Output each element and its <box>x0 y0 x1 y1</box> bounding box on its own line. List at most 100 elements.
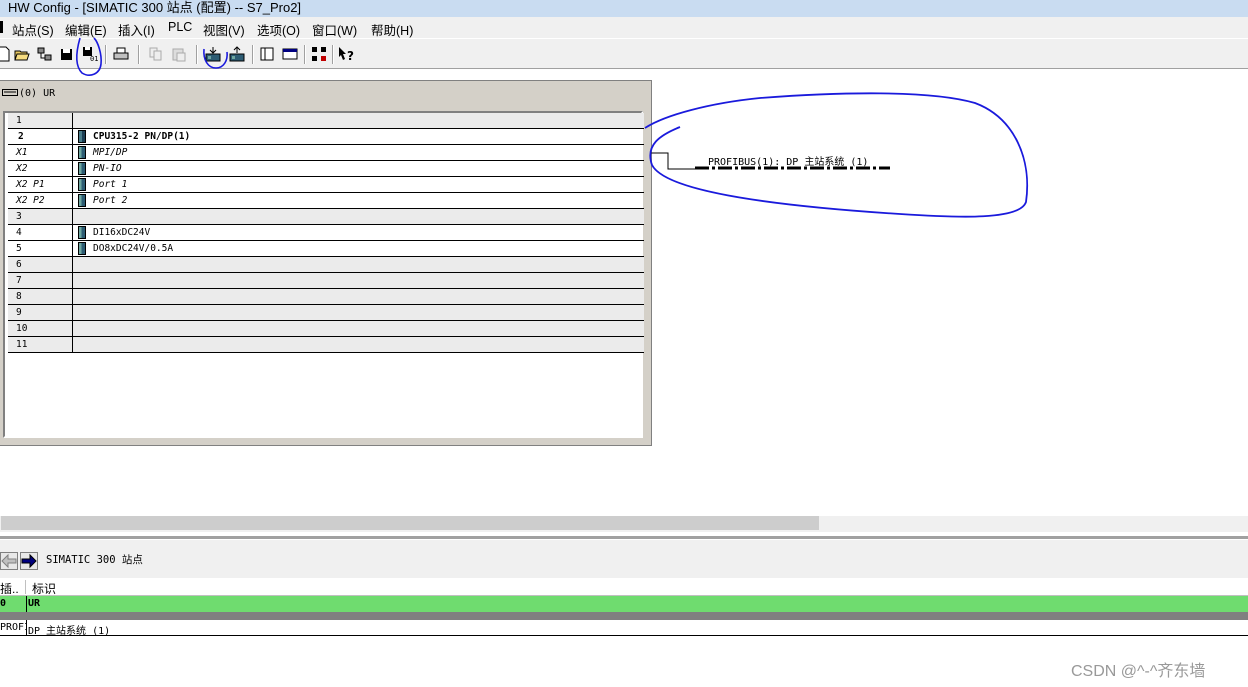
detail-header: SIMATIC 300 站点 <box>0 540 1248 578</box>
rack-slot: 2 <box>18 131 24 142</box>
table-row[interactable]: 0 UR <box>0 596 1248 612</box>
arrow-left-icon <box>1 553 17 569</box>
network-icon[interactable] <box>311 46 327 62</box>
svg-text:01: 01 <box>90 55 98 62</box>
save-compile-icon[interactable]: 01 <box>82 46 98 62</box>
rack-slot: 1 <box>16 115 22 126</box>
accessible-nodes-icon[interactable] <box>37 46 53 62</box>
svg-text:?: ? <box>347 49 354 62</box>
rack-row[interactable]: 4 DI16xDC24V <box>8 225 644 241</box>
divider <box>72 177 73 193</box>
divider <box>72 337 73 353</box>
rack-module[interactable]: MPI/DP <box>93 147 127 158</box>
rack-row[interactable]: 1 <box>8 113 644 129</box>
rack-module[interactable]: DI16xDC24V <box>93 227 150 238</box>
open-icon[interactable] <box>14 46 30 62</box>
menu-station[interactable]: 站点(S) <box>12 20 54 39</box>
menu-options[interactable]: 选项(O) <box>257 20 300 39</box>
di-module-icon <box>78 226 86 239</box>
help-icon[interactable]: ? <box>338 46 354 62</box>
rack-row[interactable]: X2 PN-IO <box>8 161 644 177</box>
rack-row[interactable]: 10 <box>8 321 644 337</box>
table-row[interactable] <box>0 612 1248 620</box>
port-module-icon <box>78 194 86 207</box>
rack-slot: X2 <box>16 163 28 174</box>
watermark: CSDN @^-^齐东墙 <box>1071 663 1206 680</box>
forward-button[interactable] <box>20 552 38 570</box>
divider <box>72 321 73 337</box>
toolbar-separator <box>304 45 306 64</box>
divider <box>72 241 73 257</box>
rack-title: (0) UR <box>2 88 55 99</box>
menu-view[interactable]: 视图(V) <box>203 20 245 39</box>
rack-slot: X2 P2 <box>16 195 45 206</box>
rack-row[interactable]: X2 P2 Port 2 <box>8 193 644 209</box>
rack-row[interactable]: 2 CPU315-2 PN/DP(1) <box>8 129 644 145</box>
rack-table[interactable]: 1 2 CPU315-2 PN/DP(1) X1 MPI/DP X2 PN-IO X2… <box>3 111 644 438</box>
save-icon[interactable] <box>59 46 75 62</box>
horizontal-scrollbar[interactable] <box>0 516 1248 532</box>
profibus-master-system-label[interactable]: PROFIBUS(1): DP 主站系统 (1) <box>708 153 868 168</box>
upload-icon[interactable] <box>229 46 245 62</box>
rack-row[interactable]: 3 <box>8 209 644 225</box>
new-icon[interactable] <box>0 46 12 62</box>
rack-module[interactable]: Port 2 <box>93 195 127 206</box>
arrow-right-icon <box>21 553 37 569</box>
rack-row[interactable]: 5 DO8xDC24V/0.5A <box>8 241 644 257</box>
column-header-slot[interactable]: 插.. <box>0 580 26 594</box>
rack-row[interactable]: X2 P1 Port 1 <box>8 177 644 193</box>
divider <box>72 209 73 225</box>
divider <box>72 225 73 241</box>
detail-table-header: 插.. 标识 <box>0 578 1248 596</box>
divider <box>26 620 27 636</box>
table-row[interactable]: PROFI DP 主站系统 (1) <box>0 620 1248 637</box>
rack-row[interactable]: 9 <box>8 305 644 321</box>
rack-row[interactable]: 8 <box>8 289 644 305</box>
window-icon[interactable] <box>282 46 298 62</box>
rack-window: (0) UR 1 2 CPU315-2 PN/DP(1) X1 MPI/DP X2 P… <box>0 80 652 446</box>
back-button[interactable] <box>0 552 18 570</box>
rack-slot: 6 <box>16 259 22 270</box>
rack-slot: 3 <box>16 211 22 222</box>
interface-module-icon <box>78 162 86 175</box>
divider <box>72 145 73 161</box>
cpu-module-icon <box>78 130 86 143</box>
window-title: HW Config - [SIMATIC 300 站点 (配置) -- S7_P… <box>0 0 1248 17</box>
rack-row[interactable]: 7 <box>8 273 644 289</box>
rack-slot: 9 <box>16 307 22 318</box>
menu-plc[interactable]: PLC <box>168 20 192 34</box>
menu-help[interactable]: 帮助(H) <box>371 20 413 39</box>
column-header-id[interactable]: 标识 <box>32 580 56 597</box>
catalog-icon[interactable] <box>259 46 275 62</box>
rack-slot: 8 <box>16 291 22 302</box>
menu-window[interactable]: 窗口(W) <box>312 20 357 39</box>
menu-edit[interactable]: 编辑(E) <box>65 20 107 39</box>
paste-icon[interactable] <box>171 46 187 62</box>
toolbar-separator <box>138 45 140 64</box>
toolbar-separator <box>252 45 254 64</box>
pane-splitter[interactable] <box>0 536 1248 539</box>
menu-insert[interactable]: 插入(I) <box>118 20 155 39</box>
toolbar-separator <box>196 45 198 64</box>
rack-module[interactable]: CPU315-2 PN/DP(1) <box>93 131 190 142</box>
copy-icon[interactable] <box>148 46 164 62</box>
rack-row[interactable]: X1 MPI/DP <box>8 145 644 161</box>
rack-module[interactable]: Port 1 <box>93 179 127 190</box>
print-icon[interactable] <box>113 46 129 62</box>
table-cell: DP 主站系统 (1) <box>28 626 111 637</box>
download-icon[interactable] <box>205 46 221 62</box>
rack-row[interactable]: 11 <box>8 337 644 353</box>
rack-icon <box>2 88 18 97</box>
rack-slot: 5 <box>16 243 22 254</box>
divider <box>72 289 73 305</box>
rack-slot: 11 <box>16 339 28 350</box>
table-cell: PROFI <box>0 622 27 633</box>
rack-row[interactable]: 6 <box>8 257 644 273</box>
divider <box>72 129 73 145</box>
divider <box>26 596 27 612</box>
rack-module[interactable]: PN-IO <box>93 163 122 174</box>
scrollbar-thumb[interactable] <box>1 516 819 530</box>
rack-module[interactable]: DO8xDC24V/0.5A <box>93 243 173 254</box>
window-edge <box>0 21 3 33</box>
toolbar-separator <box>105 45 107 64</box>
